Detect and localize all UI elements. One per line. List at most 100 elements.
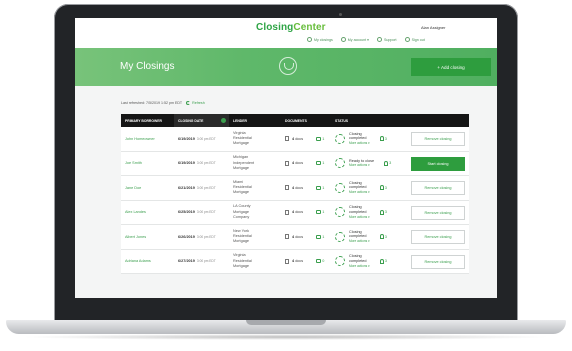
more-actions-link[interactable]: More actions ▾ (349, 239, 370, 244)
participants-count[interactable]: 3 (379, 136, 387, 142)
table-header: PRIMARY BORROWER CLOSING DATE LENDER DOC… (121, 114, 469, 127)
more-actions-link[interactable]: More actions ▾ (349, 141, 370, 146)
status-cell: Ready to close More actions ▾ 3 Start closi… (331, 152, 469, 176)
laptop-notch (246, 320, 326, 325)
person-icon (384, 160, 389, 166)
comment-count[interactable]: 1 (316, 136, 324, 141)
refresh-link[interactable]: Refresh (186, 101, 205, 105)
nav-my-closings[interactable]: My closings (307, 37, 333, 42)
lender-cell: Virginia Residential Mortgage (233, 130, 252, 146)
remove-closing-button[interactable]: Remove closing (411, 230, 465, 244)
home-icon (307, 37, 312, 42)
document-count[interactable]: 4 docs (292, 137, 303, 141)
table-body: John Homeowner 6/19/2019 3:00 pm EDT Virgin… (121, 127, 469, 274)
borrower-link[interactable]: John Homeowner (125, 137, 155, 141)
document-count[interactable]: 4 docs (292, 161, 303, 165)
app-header: ClosingCenter Alan Assigner My closings … (75, 18, 497, 48)
document-count[interactable]: 4 docs (292, 235, 303, 239)
borrower-link[interactable]: Joe Smith (125, 161, 142, 165)
comment-icon (316, 161, 322, 166)
table-row[interactable]: Adriana Adams 6/27/2019 3:00 pm EDT Virgini… (121, 249, 469, 274)
refresh-icon (186, 101, 191, 105)
closing-date-cell: 6/26/2019 3:00 pm EDT (178, 234, 216, 239)
closing-date-cell: 6/25/2019 3:00 pm EDT (178, 210, 216, 215)
status-progress-icon (335, 182, 345, 193)
closing-date-cell: 6/27/2019 3:00 pm EDT (178, 259, 216, 264)
add-closing-button[interactable]: + Add closing (411, 58, 491, 76)
sort-icon[interactable] (221, 118, 227, 123)
laptop-screen: ClosingCenter Alan Assigner My closings … (75, 18, 497, 298)
comment-icon (316, 234, 322, 239)
status-cell: Closing completed More actions ▾ 3 Remove c… (331, 225, 469, 249)
closing-date-cell: 6/19/2019 3:00 pm EDT (178, 161, 216, 166)
participants-count[interactable]: 3 (379, 258, 387, 264)
document-count[interactable]: 4 docs (292, 186, 303, 190)
comment-count[interactable]: 1 (316, 161, 324, 166)
status-cell: Closing completed More actions ▾ 3 Remove c… (331, 176, 469, 200)
comment-icon (316, 185, 322, 190)
more-actions-link[interactable]: More actions ▾ (349, 215, 370, 220)
document-icon (285, 136, 289, 142)
more-actions-link[interactable]: More actions ▾ (349, 163, 374, 168)
closing-date-cell: 6/21/2019 3:00 pm EDT (178, 185, 216, 190)
status-label: Closing completed (349, 254, 367, 263)
comment-icon (316, 136, 322, 141)
comment-count[interactable]: 1 (316, 185, 324, 190)
borrower-link[interactable]: Alex Landes (125, 210, 146, 214)
participants-count[interactable]: 3 (379, 209, 387, 215)
document-count[interactable]: 4 docs (292, 210, 303, 214)
page-banner: My Closings + Add closing (75, 48, 497, 86)
comment-count[interactable]: 1 (316, 210, 324, 215)
lender-cell: LA County Mortgage Company (233, 204, 251, 219)
participants-count[interactable]: 3 (379, 234, 387, 240)
comment-count[interactable]: 1 (316, 234, 324, 239)
borrower-cell: Alex Landes (121, 201, 174, 225)
remove-closing-button[interactable]: Remove closing (411, 205, 465, 220)
documents-cell: 4 docs 0 (281, 250, 331, 274)
comment-icon (316, 210, 322, 215)
borrower-cell: Adriana Adams (121, 250, 174, 274)
document-icon (285, 209, 289, 215)
nav-support[interactable]: Support (376, 37, 397, 42)
column-header-status[interactable]: STATUS (331, 114, 469, 127)
remove-closing-button[interactable]: Remove closing (411, 132, 465, 146)
status-progress-icon (335, 158, 345, 169)
nav-sign-out[interactable]: Sign out (404, 37, 425, 42)
sign-out-icon (404, 37, 410, 42)
document-count[interactable]: 4 docs (292, 259, 303, 263)
start-closing-button[interactable]: Start closing (411, 156, 465, 171)
person-icon (379, 136, 384, 142)
person-icon (379, 258, 384, 264)
column-header-borrower[interactable]: PRIMARY BORROWER (121, 114, 174, 127)
brand-logo[interactable]: ClosingCenter (256, 22, 326, 33)
table-row[interactable]: Jane Doe 6/21/2019 3:00 pm EDT Miami Reside… (121, 176, 469, 201)
column-header-lender[interactable]: LENDER (229, 114, 281, 127)
borrower-cell: Joe Smith (121, 152, 174, 176)
nav-my-account[interactable]: My account ▾ (340, 37, 369, 42)
person-icon (379, 209, 384, 215)
table-row[interactable]: Alex Landes 6/25/2019 3:00 pm EDT LA County… (121, 200, 469, 225)
status-cell: Closing completed More actions ▾ 3 Remove c… (331, 127, 469, 151)
more-actions-link[interactable]: More actions ▾ (349, 190, 370, 195)
borrower-cell: Jane Doe (121, 176, 174, 200)
column-header-closing-date[interactable]: CLOSING DATE (174, 114, 229, 127)
borrower-link[interactable]: Albert Jones (125, 235, 146, 239)
lender-cell: New York Residential Mortgage (233, 228, 252, 244)
table-row[interactable]: John Homeowner 6/19/2019 3:00 pm EDT Virgin… (121, 127, 469, 152)
remove-closing-button[interactable]: Remove closing (411, 254, 465, 269)
remove-closing-button[interactable]: Remove closing (411, 181, 465, 195)
participants-count[interactable]: 3 (384, 160, 391, 166)
participants-count[interactable]: 3 (379, 185, 387, 191)
column-header-documents[interactable]: DOCUMENTS (281, 114, 331, 127)
documents-cell: 4 docs 1 (281, 201, 331, 225)
more-actions-link[interactable]: More actions ▾ (349, 264, 370, 269)
document-icon (285, 258, 289, 264)
table-row[interactable]: Joe Smith 6/19/2019 3:00 pm EDT Michigan In… (121, 151, 469, 176)
comment-count[interactable]: 0 (316, 259, 324, 264)
user-name: Alan Assigner (421, 25, 446, 30)
borrower-link[interactable]: Jane Doe (125, 186, 141, 190)
table-row[interactable]: Albert Jones 6/26/2019 3:00 pm EDT New York… (121, 225, 469, 250)
status-progress-icon (335, 256, 345, 267)
borrower-link[interactable]: Adriana Adams (125, 259, 151, 263)
laptop-shadow (20, 334, 552, 340)
